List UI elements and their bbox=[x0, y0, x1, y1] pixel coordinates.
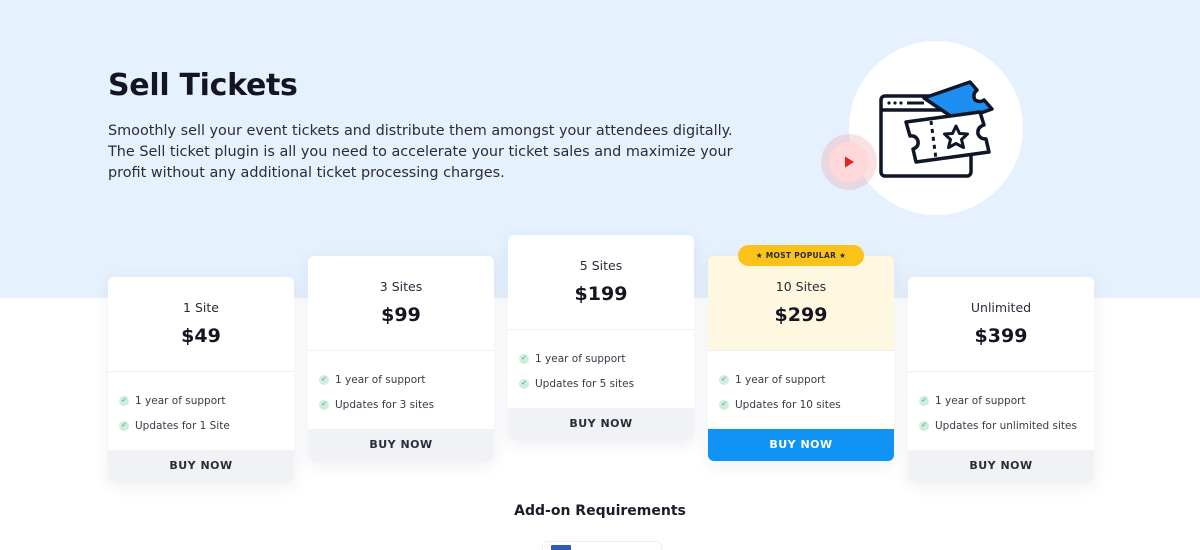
check-icon: ✓ bbox=[719, 399, 729, 410]
check-icon: ✓ bbox=[519, 353, 529, 364]
play-icon bbox=[845, 156, 854, 168]
buy-now-button[interactable]: BUY NOW bbox=[908, 450, 1094, 482]
pricing-card-header: 10 Sites $299 bbox=[708, 256, 894, 351]
feature-list: ✓ 1 year of support ✓ Updates for unlimite… bbox=[908, 372, 1094, 450]
plan-price: $199 bbox=[574, 283, 628, 305]
check-icon: ✓ bbox=[119, 420, 129, 431]
feature-list: ✓ 1 year of support ✓ Updates for 5 sites bbox=[508, 330, 694, 408]
buy-now-button[interactable]: BUY NOW bbox=[108, 450, 294, 482]
feature-item: ✓ 1 year of support bbox=[719, 367, 894, 392]
plan-name: 5 Sites bbox=[579, 258, 623, 273]
check-icon: ✓ bbox=[719, 374, 729, 385]
pricing-card-header: 3 Sites $99 bbox=[308, 256, 494, 351]
check-icon: ✓ bbox=[919, 395, 929, 406]
feature-item: ✓ Updates for 10 sites bbox=[719, 392, 894, 417]
plan-price: $49 bbox=[181, 325, 221, 347]
check-icon: ✓ bbox=[319, 374, 329, 385]
plan-name: 1 Site bbox=[183, 300, 219, 315]
check-icon: ✓ bbox=[919, 420, 929, 431]
page-title: Sell Tickets bbox=[108, 68, 298, 103]
feature-item: ✓ 1 year of support bbox=[919, 388, 1094, 413]
hero-description: Smoothly sell your event tickets and dis… bbox=[108, 123, 733, 181]
pricing-card-header: 5 Sites $199 bbox=[508, 235, 694, 330]
pricing-card-header: Unlimited $399 bbox=[908, 277, 1094, 372]
pricing-card-header: 1 Site $49 bbox=[108, 277, 294, 372]
pricing-card-1-site: 1 Site $49 ✓ 1 year of support ✓ Updates f… bbox=[108, 277, 294, 482]
check-icon: ✓ bbox=[319, 399, 329, 410]
feature-list: ✓ 1 year of support ✓ Updates for 3 sites bbox=[308, 351, 494, 429]
plugin-logo-icon bbox=[551, 545, 571, 550]
feature-item: ✓ Updates for unlimited sites bbox=[919, 413, 1094, 438]
feature-item: ✓ Updates for 5 sites bbox=[519, 371, 694, 396]
play-video-button[interactable] bbox=[829, 142, 869, 182]
feature-list: ✓ 1 year of support ✓ Updates for 1 Site bbox=[108, 372, 294, 450]
buy-now-button[interactable]: BUY NOW bbox=[708, 429, 894, 461]
feature-item: ✓ 1 year of support bbox=[519, 346, 694, 371]
buy-now-button[interactable]: BUY NOW bbox=[308, 429, 494, 461]
feature-item: ✓ Updates for 1 Site bbox=[119, 413, 294, 438]
feature-item: ✓ 1 year of support bbox=[119, 388, 294, 413]
ticket-browser-icon bbox=[879, 80, 994, 178]
pricing-card-unlimited: Unlimited $399 ✓ 1 year of support ✓ Updat… bbox=[908, 277, 1094, 482]
check-icon: ✓ bbox=[119, 395, 129, 406]
pricing-card-5-sites: 5 Sites $199 ✓ 1 year of support ✓ Updates… bbox=[508, 235, 694, 440]
plan-name: 10 Sites bbox=[775, 279, 827, 294]
plan-name: 3 Sites bbox=[379, 279, 423, 294]
feature-item: ✓ 1 year of support bbox=[319, 367, 494, 392]
buy-now-button[interactable]: BUY NOW bbox=[508, 408, 694, 440]
plan-price: $399 bbox=[974, 325, 1028, 347]
plan-price: $99 bbox=[381, 304, 421, 326]
feature-item: ✓ Updates for 3 sites bbox=[319, 392, 494, 417]
feature-list: ✓ 1 year of support ✓ Updates for 10 sites bbox=[708, 351, 894, 429]
addon-requirements-heading: Add-on Requirements bbox=[514, 503, 686, 519]
most-popular-badge: ★ MOST POPULAR ★ bbox=[738, 245, 864, 266]
plan-name: Unlimited bbox=[970, 300, 1032, 315]
pricing-card-10-sites: ★ MOST POPULAR ★ 10 Sites $299 ✓ 1 year o… bbox=[708, 245, 894, 461]
pricing-card-3-sites: 3 Sites $99 ✓ 1 year of support ✓ Updates … bbox=[308, 256, 494, 461]
check-icon: ✓ bbox=[519, 378, 529, 389]
plan-price: $299 bbox=[774, 304, 828, 326]
